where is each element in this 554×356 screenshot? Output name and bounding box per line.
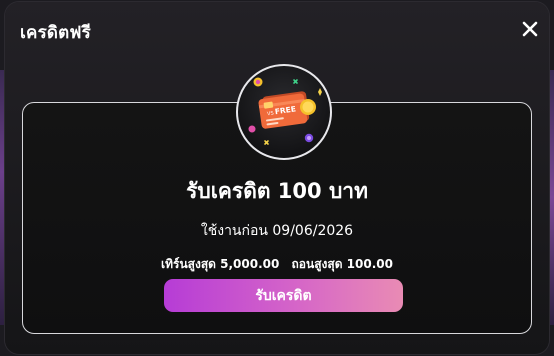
offer-expiry: ใช้งานก่อน 09/06/2026 bbox=[200, 223, 354, 239]
close-icon bbox=[522, 21, 538, 37]
free-credit-badge: VS FREE bbox=[236, 64, 332, 160]
offer-limits: เทิร์นสูงสุด 5,000.00 ถอนสูงสุด 100.00 bbox=[5, 255, 549, 274]
close-button[interactable] bbox=[519, 18, 541, 40]
offer-headline: รับเครดิต 100 บาท bbox=[186, 179, 368, 203]
free-credit-card-icon: VS FREE bbox=[248, 77, 322, 145]
max-withdraw-text: ถอนสูงสุด 100.00 bbox=[291, 257, 393, 271]
svg-text:VS: VS bbox=[267, 110, 274, 117]
claim-credit-button[interactable]: รับเครดิต bbox=[164, 279, 403, 312]
background-content-right bbox=[549, 70, 554, 325]
free-credit-modal: เครดิตฟรี VS FREE รับเครดิต 100 บาท ใช้ง… bbox=[5, 2, 549, 354]
modal-title: เครดิตฟรี bbox=[20, 23, 91, 43]
modal-header: เครดิตฟรี bbox=[5, 2, 549, 58]
max-turnover-text: เทิร์นสูงสุด 5,000.00 bbox=[160, 257, 280, 271]
